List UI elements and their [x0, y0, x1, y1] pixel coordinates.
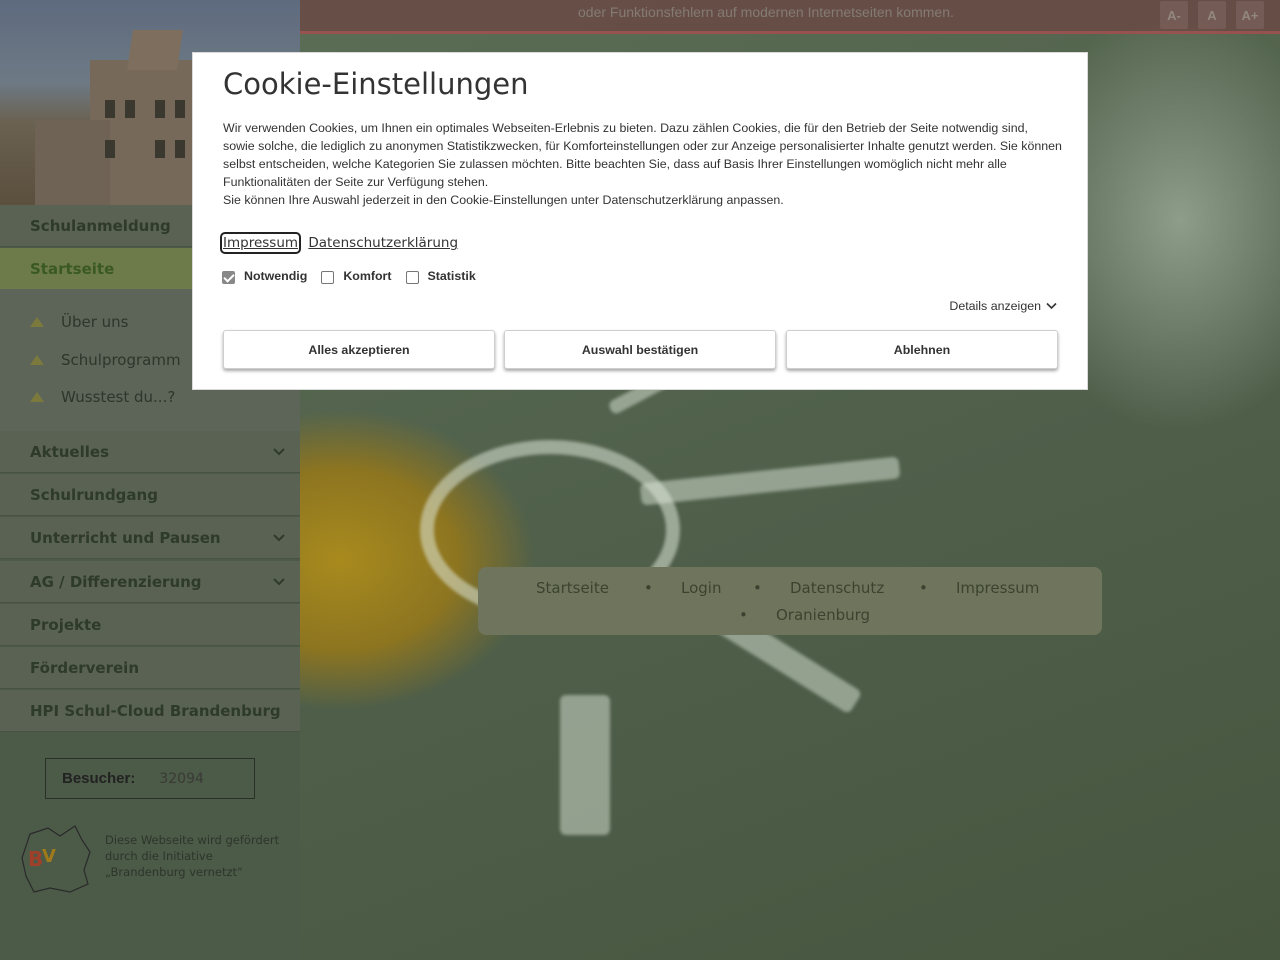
- cookie-description: Wir verwenden Cookies, um Ihnen ein opti…: [223, 119, 1063, 209]
- privacy-policy-link[interactable]: Datenschutzerklärung: [308, 235, 458, 251]
- details-toggle-label: Details anzeigen: [949, 299, 1041, 313]
- checkbox-label: Statistik: [427, 269, 476, 283]
- details-toggle[interactable]: Details anzeigen: [949, 299, 1057, 313]
- checkbox-statistik[interactable]: [405, 270, 419, 284]
- checkbox-label: Notwendig: [244, 269, 308, 283]
- checkbox-komfort[interactable]: [321, 270, 335, 284]
- cookie-description-paragraph: Sie können Ihre Auswahl jederzeit in den…: [223, 193, 784, 207]
- cookie-consent-dialog: Cookie-Einstellungen Wir verwenden Cooki…: [193, 53, 1087, 389]
- decline-button[interactable]: Ablehnen: [786, 330, 1058, 369]
- accept-all-button[interactable]: Alles akzeptieren: [223, 330, 495, 369]
- cookie-category-checkboxes: Notwendig Komfort Statistik: [222, 269, 490, 284]
- cookie-dialog-title: Cookie-Einstellungen: [223, 67, 529, 101]
- cookie-description-paragraph: Wir verwenden Cookies, um Ihnen ein opti…: [223, 121, 1062, 189]
- impressum-link[interactable]: Impressum: [219, 232, 302, 254]
- checkbox-label: Komfort: [343, 269, 392, 283]
- cookie-links: Impressum Datenschutzerklärung: [219, 232, 464, 254]
- chevron-down-icon: [1046, 302, 1057, 310]
- confirm-selection-button[interactable]: Auswahl bestätigen: [504, 330, 776, 369]
- checkbox-notwendig[interactable]: [222, 270, 235, 284]
